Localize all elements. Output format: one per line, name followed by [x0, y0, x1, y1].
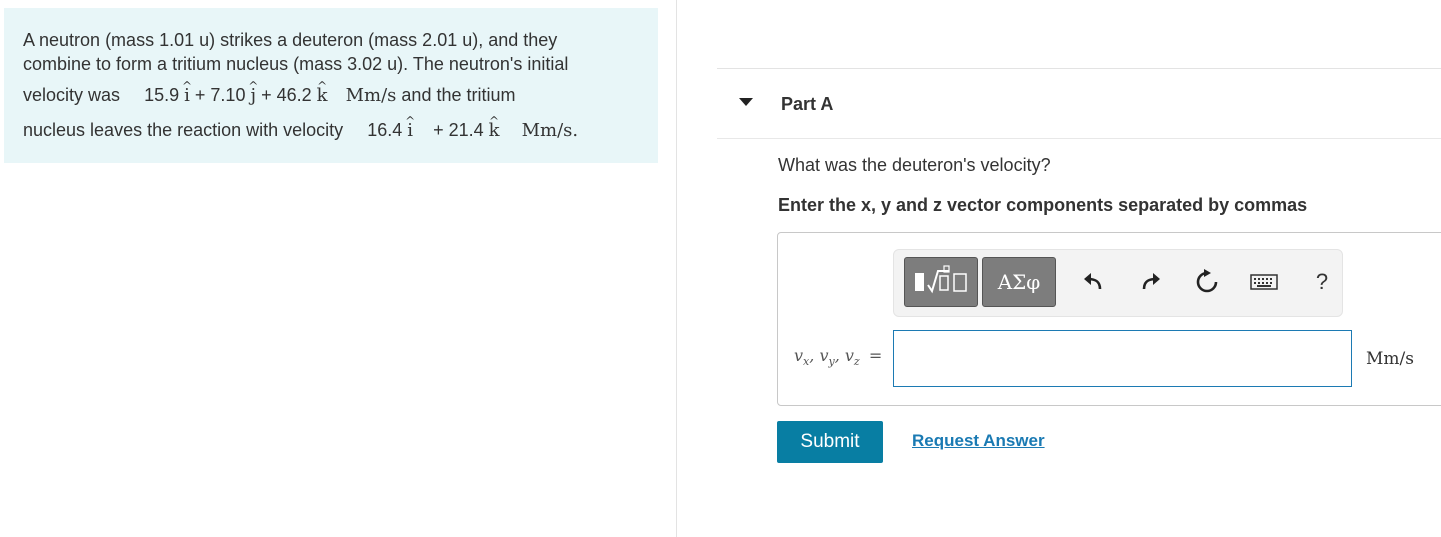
problem-line-3: velocity was 15.9 i + 7.10 j + 46.2 k Mm… — [23, 82, 658, 109]
help-icon[interactable]: ? — [1308, 268, 1336, 296]
neutron-vy: + 7.10 — [194, 85, 246, 105]
tritium-vz: + 21.4 — [433, 120, 484, 140]
request-answer-link[interactable]: Request Answer — [912, 431, 1045, 451]
unit-vector-k: k — [489, 118, 500, 144]
templates-button[interactable] — [904, 257, 978, 307]
keyboard-icon[interactable] — [1250, 268, 1278, 296]
answer-units: Mm/s — [1366, 349, 1414, 369]
part-title: Part A — [781, 94, 834, 114]
unit-vector-k: k — [317, 83, 328, 109]
redo-icon[interactable] — [1137, 268, 1165, 296]
greek-symbols-button[interactable]: ΑΣφ — [982, 257, 1056, 307]
answer-variables-label: vx, vy, vz = — [794, 346, 883, 369]
math-toolbar: ΑΣφ ? — [893, 249, 1343, 317]
instruction-text: Enter the x, y and z vector components s… — [778, 195, 1308, 215]
submit-button[interactable]: Submit — [777, 421, 883, 463]
tritium-vx: 16.4 — [367, 120, 403, 140]
problem-statement: A neutron (mass 1.01 u) strikes a deuter… — [4, 8, 658, 163]
unit-vector-i: i — [184, 83, 190, 109]
question-text: What was the deuteron's velocity? — [778, 155, 1051, 175]
unit-vector-i: i — [407, 118, 413, 144]
neutron-vz: + 46.2 — [261, 85, 312, 105]
collapse-caret-icon[interactable] — [739, 98, 753, 106]
problem-line-4: nucleus leaves the reaction with velocit… — [23, 117, 658, 144]
undo-icon[interactable] — [1079, 268, 1107, 296]
tritium-velocity-unit: Mm/s. — [521, 120, 579, 141]
neutron-velocity-unit: Mm/s — [345, 85, 397, 106]
unit-vector-j: j — [250, 83, 256, 109]
part-a-header[interactable]: Part A — [717, 68, 1441, 139]
answer-input[interactable] — [893, 330, 1352, 387]
neutron-vx: 15.9 — [144, 85, 180, 105]
problem-line-2: combine to form a tritium nucleus (mass … — [23, 54, 569, 74]
answer-box: ΑΣφ ? vx, vy, vz = Mm/s — [777, 232, 1441, 406]
problem-line-1: A neutron (mass 1.01 u) strikes a deuter… — [23, 30, 558, 50]
templates-icon — [915, 265, 967, 294]
reset-icon[interactable] — [1193, 268, 1221, 296]
column-divider — [676, 0, 677, 537]
